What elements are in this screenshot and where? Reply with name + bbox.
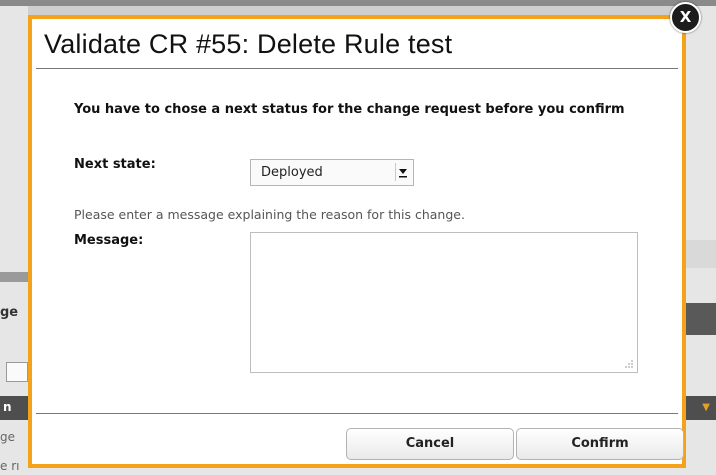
message-label: Message: xyxy=(74,233,144,248)
background-top-bar xyxy=(0,0,716,6)
background-heading-fragment: ge xyxy=(0,305,19,320)
title-divider xyxy=(36,68,678,69)
message-textarea[interactable] xyxy=(250,232,638,373)
background-row-fragment: ge xyxy=(0,430,15,444)
resize-grip-icon[interactable] xyxy=(624,359,634,369)
dialog-title: Validate CR #55: Delete Rule test xyxy=(44,29,453,59)
next-state-select[interactable]: Deployed xyxy=(250,159,414,186)
next-state-value: Deployed xyxy=(261,165,323,180)
background-right-block xyxy=(686,240,716,268)
message-help-text: Please enter a message explaining the re… xyxy=(74,207,465,222)
background-bottom-strip xyxy=(28,468,686,475)
background-table-header: n xyxy=(0,396,28,420)
background-row-fragment: e rı xyxy=(0,459,20,473)
background-table-header-right: ▼ xyxy=(686,396,716,420)
cancel-button[interactable]: Cancel xyxy=(346,428,514,460)
close-icon[interactable]: X xyxy=(670,2,701,33)
instruction-text: You have to chose a next status for the … xyxy=(74,102,625,117)
background-right-header xyxy=(686,303,716,335)
background-section-bar xyxy=(0,272,28,282)
confirm-button[interactable]: Confirm xyxy=(516,428,684,460)
dropdown-arrow-icon xyxy=(395,163,410,181)
validate-change-request-dialog: Validate CR #55: Delete Rule test You ha… xyxy=(28,15,686,468)
footer-divider xyxy=(36,413,678,414)
background-table-header-text: n xyxy=(3,400,12,414)
sort-arrow-icon[interactable]: ▼ xyxy=(702,402,710,413)
next-state-label: Next state: xyxy=(74,157,156,172)
background-select-fragment[interactable] xyxy=(6,362,28,382)
